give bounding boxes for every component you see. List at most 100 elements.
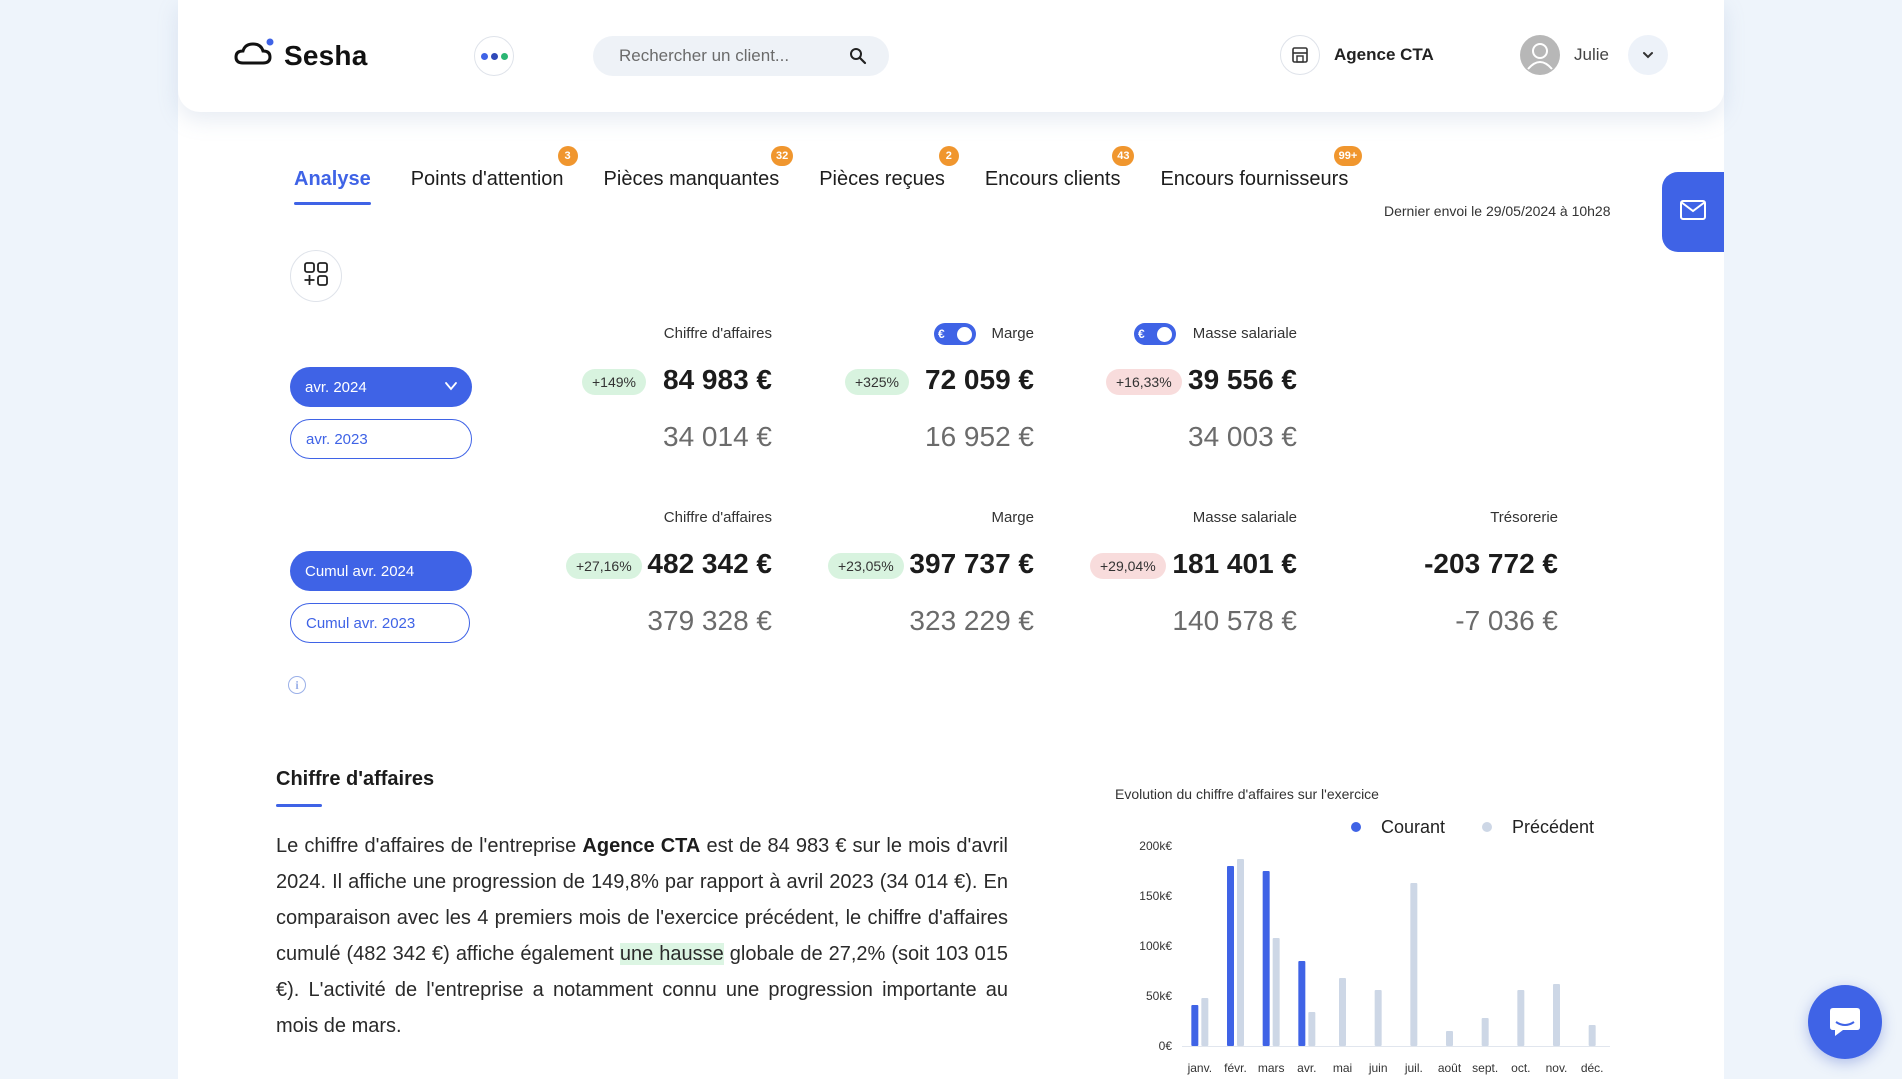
tab-pieces-recues[interactable]: Pièces reçues 2 xyxy=(819,146,959,191)
kpi-previous-ca: 34 014 € xyxy=(663,421,772,452)
kpi-label-ca: Chiffre d'affaires xyxy=(663,325,772,342)
legend-label: Courant xyxy=(1381,817,1445,837)
kpi-previous-marge: 16 952 € xyxy=(925,421,1034,452)
toggle-knob xyxy=(1157,326,1172,342)
x-tick-label: févr. xyxy=(1224,1061,1247,1075)
currency-toggle-masse[interactable]: € xyxy=(1134,323,1176,345)
logo[interactable]: Sesha xyxy=(234,38,368,73)
x-tick-label: oct. xyxy=(1511,1061,1530,1075)
chat-button[interactable] xyxy=(1808,985,1882,1059)
count-badge: 99+ xyxy=(1333,146,1363,166)
send-mail-button[interactable] xyxy=(1662,172,1724,252)
info-icon[interactable]: i xyxy=(288,676,306,694)
agency-name: Agence CTA xyxy=(1334,45,1434,64)
x-tick-label: déc. xyxy=(1581,1061,1604,1075)
period-label: Cumul avr. 2024 xyxy=(305,562,415,580)
bar-previous xyxy=(1481,1018,1489,1046)
y-tick-label: 150k€ xyxy=(1139,889,1172,903)
kpi-label-ca: Chiffre d'affaires xyxy=(663,509,772,526)
tab-label: Analyse xyxy=(294,168,371,190)
user-dropdown-button[interactable] xyxy=(1628,35,1668,75)
tab-label: Pièces manquantes xyxy=(603,168,780,190)
euro-icon: € xyxy=(1138,327,1145,341)
kpi-cumul-current-marge: 397 737 € xyxy=(909,548,1034,579)
apps-menu-button[interactable] xyxy=(474,36,514,76)
legend-marker xyxy=(1351,822,1361,832)
x-tick-label: sept. xyxy=(1472,1061,1498,1075)
count-badge: 2 xyxy=(938,146,959,166)
kpi-cumul-previous-ca: 379 328 € xyxy=(647,605,772,636)
kpi-cumul-current-masse: 181 401 € xyxy=(1172,548,1297,579)
last-sent-info: Dernier envoi le 29/05/2024 à 10h28 xyxy=(1384,203,1611,219)
kpi-current-marge: 72 059 € xyxy=(925,364,1034,395)
chat-icon xyxy=(1825,1000,1865,1045)
tab-label: Pièces reçues xyxy=(819,168,945,190)
x-tick-label: juin xyxy=(1368,1061,1388,1075)
cumul-current-period-button[interactable]: Cumul avr. 2024 xyxy=(290,551,472,591)
highlighted-text: une hausse xyxy=(619,943,724,965)
kpi-label-masse: Masse salariale xyxy=(1192,325,1297,342)
bar-previous xyxy=(1201,998,1209,1046)
x-tick-label: nov. xyxy=(1546,1061,1568,1075)
kpi-cumul-previous-masse: 140 578 € xyxy=(1172,605,1297,636)
add-widget-button[interactable] xyxy=(290,250,342,302)
y-tick-label: 0€ xyxy=(1159,1039,1173,1053)
section-title: Chiffre d'affaires xyxy=(276,768,435,807)
legend-marker xyxy=(1482,822,1492,832)
dot-icon xyxy=(490,52,498,60)
count-badge: 3 xyxy=(557,146,578,166)
user-menu[interactable]: Julie xyxy=(1520,35,1609,75)
tab-encours-clients[interactable]: Encours clients 43 xyxy=(984,146,1135,191)
agency-selector[interactable]: Agence CTA xyxy=(1280,35,1434,75)
top-header: Sesha Agence CTA Julie xyxy=(178,0,1724,112)
x-tick-label: mai xyxy=(1333,1061,1352,1075)
bar-current xyxy=(1262,871,1270,1046)
text-part: Le chiffre d'affaires de l'entreprise xyxy=(276,835,583,857)
kpi-current-masse: 39 556 € xyxy=(1188,364,1297,395)
tab-label: Points d'attention xyxy=(410,168,564,190)
user-name: Julie xyxy=(1574,45,1609,64)
count-badge: 32 xyxy=(770,146,794,166)
x-tick-label: avr. xyxy=(1297,1061,1316,1075)
widgets-add-icon xyxy=(303,261,329,292)
bar-previous xyxy=(1339,978,1346,1046)
y-tick-label: 100k€ xyxy=(1139,939,1172,953)
bar-current xyxy=(1227,866,1234,1046)
tab-label: Encours fournisseurs xyxy=(1160,168,1349,190)
period-label: avr. 2024 xyxy=(305,378,367,396)
euro-icon: € xyxy=(938,327,945,341)
search-icon[interactable] xyxy=(849,47,867,70)
chart-title: Evolution du chiffre d'affaires sur l'ex… xyxy=(1115,786,1379,802)
x-tick-label: janv. xyxy=(1187,1061,1212,1075)
bar-previous xyxy=(1517,990,1525,1046)
kpi-cumul-previous-marge: 323 229 € xyxy=(909,605,1034,636)
tab-label: Encours clients xyxy=(984,168,1121,190)
count-badge: 43 xyxy=(1112,146,1135,166)
current-period-select[interactable]: avr. 2024 xyxy=(290,367,472,407)
cumul-previous-period-button[interactable]: Cumul avr. 2023 xyxy=(290,603,470,643)
bar-current xyxy=(1298,961,1306,1046)
kpi-current-ca: 84 983 € xyxy=(663,364,772,395)
tab-pieces-manquantes[interactable]: Pièces manquantes 32 xyxy=(603,146,794,191)
bar-previous xyxy=(1308,1011,1316,1046)
bar-previous xyxy=(1410,883,1418,1046)
y-tick-label: 200k€ xyxy=(1139,839,1172,853)
tab-analyse[interactable]: Analyse xyxy=(294,168,371,205)
legend-label: Précédent xyxy=(1512,817,1594,837)
chevron-down-icon xyxy=(444,378,458,398)
previous-period-select[interactable]: avr. 2023 xyxy=(290,419,472,459)
tab-points-attention[interactable]: Points d'attention 3 xyxy=(410,146,578,191)
bar-previous xyxy=(1237,859,1244,1046)
kpi-cumul-current-ca: 482 342 € xyxy=(647,548,772,579)
bar-previous xyxy=(1374,990,1382,1046)
dot-icon xyxy=(480,52,488,60)
search-input[interactable] xyxy=(619,46,839,66)
chevron-down-icon xyxy=(1642,46,1654,64)
tab-encours-fournisseurs[interactable]: Encours fournisseurs 99+ xyxy=(1160,146,1363,191)
period-label: Cumul avr. 2023 xyxy=(306,614,416,632)
x-tick-label: août xyxy=(1438,1061,1462,1075)
avatar xyxy=(1520,35,1560,75)
logo-text: Sesha xyxy=(284,39,368,71)
kpi-cumul-previous-tresorerie: -7 036 € xyxy=(1455,605,1558,636)
kpi-label-masse: Masse salariale xyxy=(1192,509,1297,526)
